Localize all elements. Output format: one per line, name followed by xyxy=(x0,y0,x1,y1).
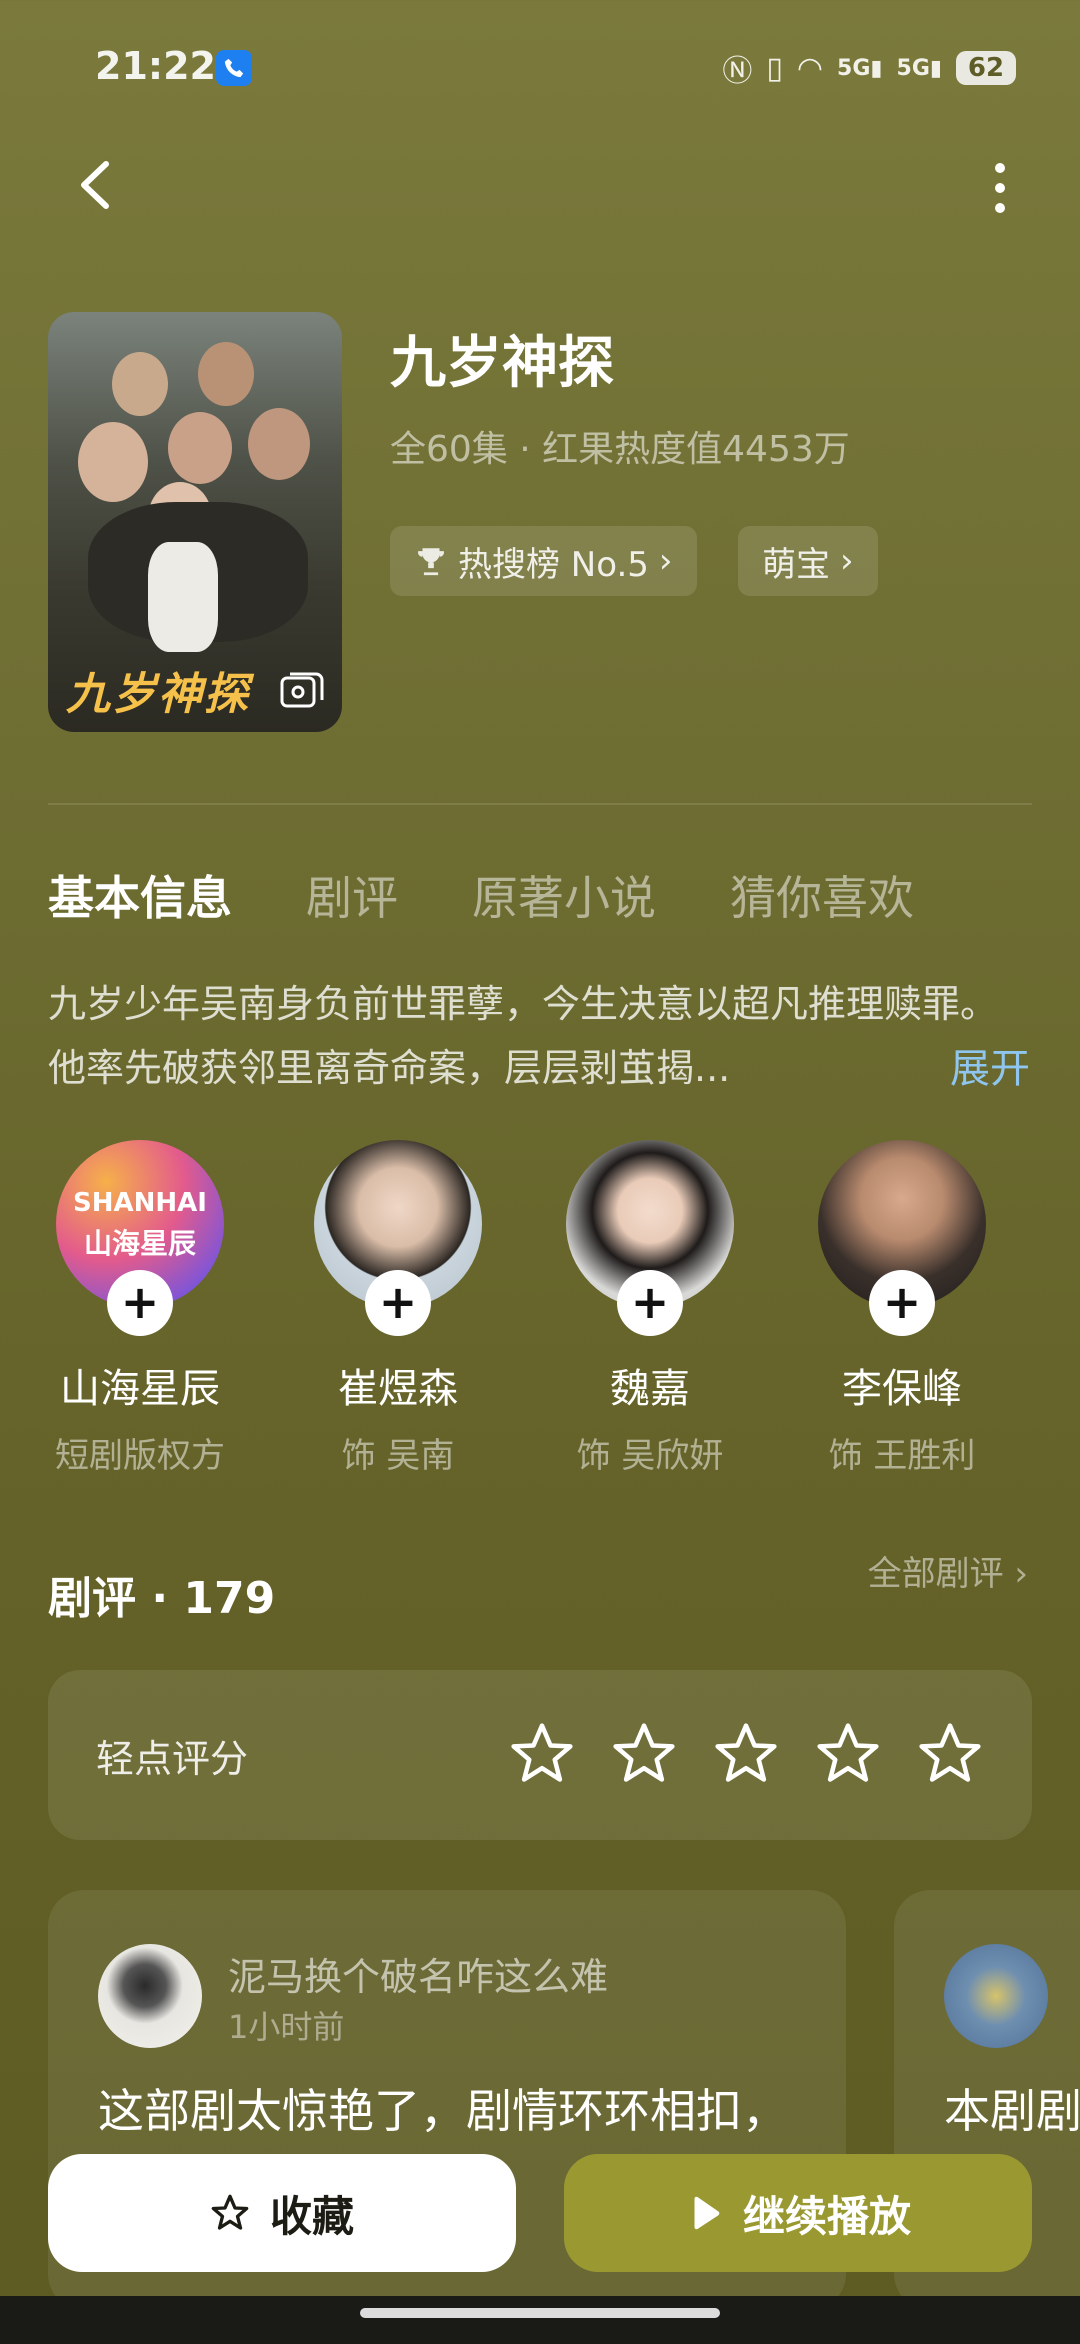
expand-button[interactable]: 展开 xyxy=(950,1036,1030,1094)
cast-name: 魏嘉 xyxy=(610,1366,690,1412)
navigation-bar xyxy=(0,2296,1080,2344)
avatar: + xyxy=(566,1140,734,1336)
follow-button[interactable]: + xyxy=(365,1270,431,1336)
cast-role: 饰 王胜利 xyxy=(828,1436,976,1476)
tag-chip[interactable]: 萌宝 › xyxy=(738,526,878,596)
cast-name: 崔煜森 xyxy=(338,1366,458,1412)
tab-bar: 基本信息 剧评 原著小说 猜你喜欢 xyxy=(48,862,914,928)
favorite-label: 收藏 xyxy=(269,2191,354,2241)
poster-title: 九岁神探 xyxy=(66,669,250,720)
all-reviews-link[interactable]: 全部剧评 › xyxy=(868,1546,1028,1595)
avatar: + xyxy=(818,1140,986,1336)
nfc-icon: Ⓝ xyxy=(722,54,753,89)
status-bar: 21:22 Ⓝ ▯ ◠ 5G▮ 5G▮ 62 xyxy=(0,0,1080,140)
tab-recommend[interactable]: 猜你喜欢 xyxy=(730,862,914,928)
cast-role: 饰 吴欣妍 xyxy=(576,1436,724,1476)
review-time: 1小时前 xyxy=(228,2008,345,2046)
all-reviews-label: 全部剧评 xyxy=(867,1554,1004,1594)
star-outline-icon xyxy=(211,2194,249,2230)
clock: 21:22 xyxy=(95,44,216,88)
logo-text: SHANHAI xyxy=(73,1188,207,1218)
follow-button[interactable]: + xyxy=(617,1270,683,1336)
star-icon[interactable] xyxy=(814,1720,882,1788)
vibrate-icon: ▯ xyxy=(766,50,783,86)
continue-play-button[interactable]: 继续播放 xyxy=(564,2154,1032,2272)
chevron-right-icon: › xyxy=(658,541,673,581)
cast-role: 饰 吴南 xyxy=(341,1436,455,1476)
star-icon[interactable] xyxy=(916,1720,984,1788)
status-icons: Ⓝ ▯ ◠ 5G▮ 5G▮ 62 xyxy=(722,46,1016,90)
signal-icon: 5G▮ xyxy=(837,55,883,81)
tab-basic-info[interactable]: 基本信息 xyxy=(48,862,232,928)
continue-play-label: 继续播放 xyxy=(742,2191,911,2241)
cast-member[interactable]: + 李保峰 饰 王胜利 xyxy=(802,1140,1002,1477)
favorite-button[interactable]: 收藏 xyxy=(48,2154,516,2272)
star-icon[interactable] xyxy=(712,1720,780,1788)
logo-text: 山海星辰 xyxy=(83,1227,196,1260)
chevron-right-icon: › xyxy=(840,541,854,581)
show-title: 九岁神探 xyxy=(390,331,614,396)
chevron-left-icon xyxy=(81,161,109,209)
avatar xyxy=(944,1944,1048,2048)
avatar xyxy=(98,1944,202,2048)
battery-icon: 62 xyxy=(956,51,1016,85)
star-icon[interactable] xyxy=(508,1720,576,1788)
review-username: 泥马换个破名咋这么难 xyxy=(228,1955,609,1999)
hot-search-label: 热搜榜 No.5 xyxy=(458,544,649,585)
home-indicator[interactable] xyxy=(360,2308,720,2318)
wifi-icon: ◠ xyxy=(796,50,824,86)
signal-icon: 5G▮ xyxy=(896,55,942,81)
synopsis-text: 九岁少年吴南身负前世罪孽，今生决意以超凡推理赎罪。他率先破获邻里离奇命案，层层剥… xyxy=(48,982,999,1090)
show-poster[interactable]: 九岁神探 xyxy=(48,312,342,732)
cast-name: 李保峰 xyxy=(842,1366,962,1412)
rating-box: 轻点评分 xyxy=(48,1670,1032,1840)
more-vertical-icon xyxy=(995,163,1005,213)
star-rating xyxy=(508,1720,984,1788)
avatar: + xyxy=(314,1140,482,1336)
chevron-right-icon: › xyxy=(1014,1554,1028,1594)
follow-button[interactable]: + xyxy=(107,1270,173,1336)
tab-novel[interactable]: 原著小说 xyxy=(472,862,656,928)
more-options-button[interactable] xyxy=(990,158,1010,218)
call-icon xyxy=(216,50,252,86)
avatar: SHANHAI 山海星辰 + xyxy=(56,1140,224,1336)
cast-name: 山海星辰 xyxy=(60,1366,220,1412)
tag-label: 萌宝 xyxy=(762,544,830,585)
play-icon xyxy=(694,2196,720,2230)
hot-search-chip[interactable]: 热搜榜 No.5 › xyxy=(390,526,697,596)
gallery-icon xyxy=(280,672,324,708)
star-icon[interactable] xyxy=(610,1720,678,1788)
cast-list: SHANHAI 山海星辰 + 山海星辰 短剧版权方 + 崔煜森 饰 吴南 + 魏… xyxy=(48,1140,1032,1480)
cast-role: 短剧版权方 xyxy=(55,1436,225,1476)
back-button[interactable] xyxy=(70,150,120,220)
cast-member[interactable]: + 崔煜森 饰 吴南 xyxy=(298,1140,498,1477)
tab-reviews[interactable]: 剧评 xyxy=(306,862,398,928)
follow-button[interactable]: + xyxy=(869,1270,935,1336)
reviews-heading: 剧评 · 179 xyxy=(48,1573,276,1624)
cast-member[interactable]: SHANHAI 山海星辰 + 山海星辰 短剧版权方 xyxy=(40,1140,240,1477)
show-meta: 全60集 · 红果热度值4453万 xyxy=(390,429,850,470)
divider xyxy=(48,803,1032,805)
rating-label: 轻点评分 xyxy=(96,1737,249,1781)
cast-member[interactable]: + 魏嘉 饰 吴欣妍 xyxy=(550,1140,750,1477)
trophy-icon xyxy=(418,548,444,576)
